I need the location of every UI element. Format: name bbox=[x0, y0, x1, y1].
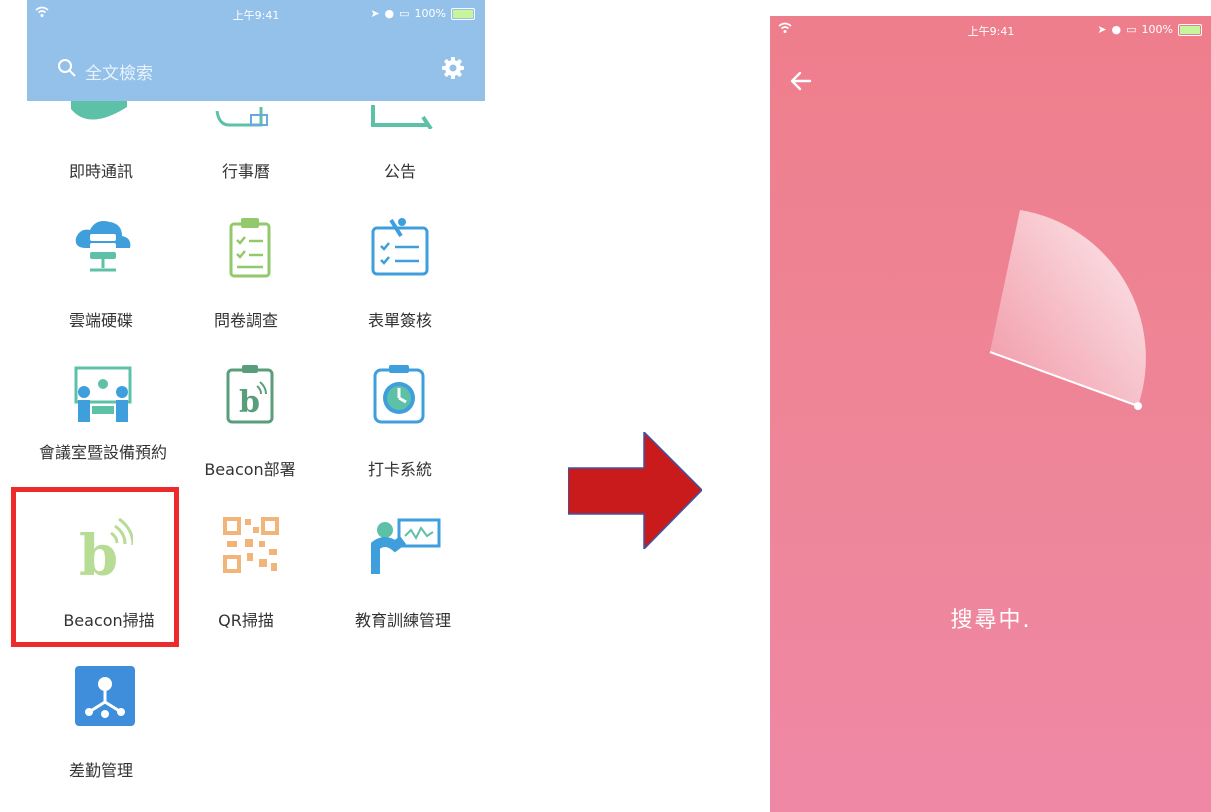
meeting-room-icon bbox=[74, 366, 132, 422]
location-icon: ➤ bbox=[370, 7, 380, 20]
survey-icon bbox=[229, 218, 271, 278]
back-arrow-icon[interactable] bbox=[788, 68, 814, 94]
alarm-icon: ● bbox=[384, 7, 395, 20]
form-signoff-icon bbox=[371, 218, 429, 276]
search-placeholder: 全文檢索 bbox=[85, 64, 153, 84]
tile-announcement[interactable]: 公告 bbox=[344, 158, 456, 182]
alarm-icon: ● bbox=[1111, 23, 1122, 36]
searching-status-text: 搜尋中. bbox=[950, 608, 1032, 633]
tile-label: 公告 bbox=[383, 162, 416, 181]
attendance-icon bbox=[75, 666, 135, 726]
tile-label: QR掃描 bbox=[218, 611, 274, 630]
arrow-right-icon bbox=[568, 432, 702, 549]
status-right: ➤ ● ▭ 100% bbox=[1097, 23, 1202, 36]
tile-label: 雲端硬碟 bbox=[68, 311, 133, 330]
tile-beacon-deploy[interactable]: Beacon部署 bbox=[190, 456, 310, 480]
tile-qr-scan[interactable]: QR掃描 bbox=[190, 607, 302, 631]
tile-label: 會議室暨設備預約 bbox=[38, 443, 167, 462]
svg-text:b: b bbox=[239, 385, 260, 420]
announcement-icon bbox=[371, 105, 433, 129]
status-bar: 上午9:41 ➤ ● ▭ 100% bbox=[770, 16, 1211, 42]
status-right: ➤ ● ▭ 100% bbox=[370, 7, 475, 20]
beacon-deploy-icon: b bbox=[226, 365, 274, 424]
tile-time-clock[interactable]: 打卡系統 bbox=[344, 456, 456, 480]
qr-scan-icon bbox=[221, 515, 281, 575]
battery-percent: 100% bbox=[1141, 23, 1173, 36]
battery-icon bbox=[451, 7, 475, 20]
right-phone-screen: 上午9:41 ➤ ● ▭ 100% 搜尋中. bbox=[770, 16, 1211, 812]
cloud-drive-icon bbox=[75, 221, 131, 272]
tile-label: 即時通訊 bbox=[68, 162, 133, 181]
search-icon bbox=[58, 59, 76, 77]
radar-sweep-icon bbox=[989, 210, 1146, 410]
search-bar[interactable]: 全文檢索 bbox=[57, 56, 457, 84]
tile-label: 問卷調查 bbox=[213, 311, 278, 330]
battery-icon bbox=[1178, 23, 1202, 36]
training-icon bbox=[371, 518, 441, 574]
tile-calendar[interactable]: 行事曆 bbox=[190, 158, 302, 182]
screen-icon: ▭ bbox=[1126, 23, 1137, 36]
calendar-icon bbox=[215, 107, 268, 127]
tile-training[interactable]: 教育訓練管理 bbox=[333, 607, 473, 631]
app-header: 上午9:41 ➤ ● ▭ 100% 全文檢索 bbox=[27, 0, 485, 101]
location-icon: ➤ bbox=[1097, 23, 1107, 36]
tile-chat[interactable]: 即時通訊 bbox=[45, 158, 157, 182]
tile-cloud-drive[interactable]: 雲端硬碟 bbox=[45, 307, 157, 331]
battery-percent: 100% bbox=[414, 7, 446, 20]
settings-gear-icon[interactable] bbox=[441, 56, 465, 80]
tile-label: 打卡系統 bbox=[367, 460, 432, 479]
tile-label: 差勤管理 bbox=[68, 761, 133, 780]
tile-label: 表單簽核 bbox=[367, 311, 432, 330]
left-phone-screen: 上午9:41 ➤ ● ▭ 100% 全文檢索 即時通訊 行事曆 公告 雲端硬碟 … bbox=[27, 0, 485, 812]
screen-icon: ▭ bbox=[399, 7, 410, 20]
tile-label: 行事曆 bbox=[221, 162, 270, 181]
time-clock-icon bbox=[373, 365, 425, 424]
status-bar: 上午9:41 ➤ ● ▭ 100% bbox=[27, 0, 485, 26]
tile-label: 教育訓練管理 bbox=[354, 611, 451, 630]
highlight-box bbox=[11, 487, 179, 647]
tile-form-signoff[interactable]: 表單簽核 bbox=[344, 307, 456, 331]
tile-meeting-room[interactable]: 會議室暨設備預約 bbox=[29, 443, 177, 462]
tile-attendance[interactable]: 差勤管理 bbox=[45, 757, 157, 781]
tile-survey[interactable]: 問卷調查 bbox=[190, 307, 302, 331]
tile-label: Beacon部署 bbox=[204, 460, 296, 479]
chat-icon bbox=[71, 101, 127, 120]
